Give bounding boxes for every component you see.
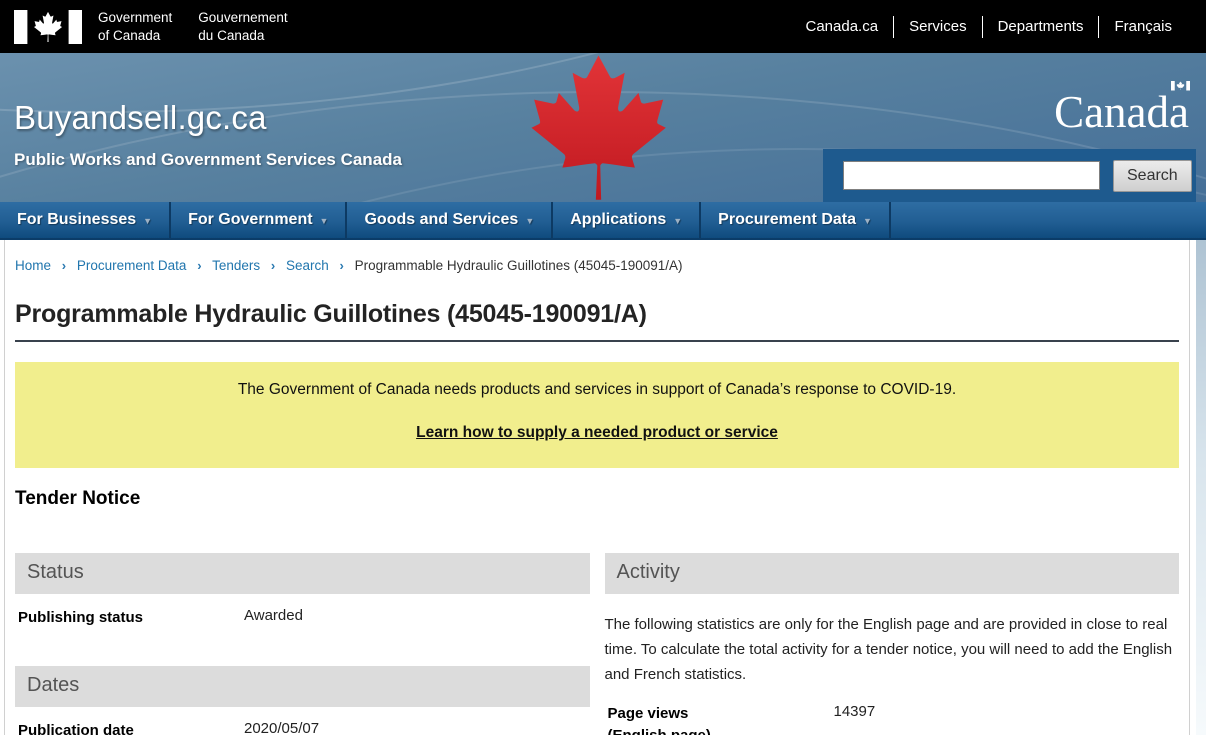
- chevron-down-icon: ▼: [143, 216, 152, 226]
- canada-flag-logo: [14, 10, 82, 44]
- table-row: Publishing status Awarded: [15, 607, 590, 629]
- breadcrumb-current: Programmable Hydraulic Guillotines (4504…: [355, 258, 683, 273]
- covid-banner-message: The Government of Canada needs products …: [25, 381, 1169, 399]
- nav-label: For Businesses: [17, 211, 136, 229]
- link-services[interactable]: Services: [909, 18, 967, 35]
- page-views-value: 14397: [834, 703, 876, 735]
- wordmark-flag-icon: [1171, 81, 1190, 91]
- nav-procurement-data[interactable]: Procurement Data ▼: [701, 202, 891, 238]
- covid-notice-banner: The Government of Canada needs products …: [15, 362, 1179, 468]
- search-input[interactable]: [843, 161, 1100, 190]
- breadcrumb-home[interactable]: Home: [15, 258, 51, 273]
- content-container: Home › Procurement Data › Tenders › Sear…: [4, 240, 1190, 735]
- canada-wordmark: Canada: [1054, 86, 1189, 138]
- table-row: Publication date 2020/05/07: [15, 720, 590, 735]
- nav-for-government[interactable]: For Government ▼: [171, 202, 347, 238]
- tender-notice-heading: Tender Notice: [15, 488, 1179, 510]
- nav-label: Goods and Services: [364, 211, 518, 229]
- nav-for-businesses[interactable]: For Businesses ▼: [0, 202, 171, 238]
- link-departments[interactable]: Departments: [998, 18, 1084, 35]
- breadcrumb-separator-icon: ›: [271, 258, 275, 273]
- left-column: Status Publishing status Awarded Dates P…: [15, 553, 590, 735]
- breadcrumb-procurement-data[interactable]: Procurement Data: [77, 258, 187, 273]
- dates-section-heading: Dates: [15, 666, 590, 707]
- divider: [893, 16, 894, 38]
- site-title[interactable]: Buyandsell.gc.ca: [14, 99, 402, 137]
- breadcrumb-search[interactable]: Search: [286, 258, 329, 273]
- table-row: Page views (English page) 14397: [605, 703, 1180, 735]
- search-button[interactable]: Search: [1113, 160, 1192, 192]
- covid-banner-link[interactable]: Learn how to supply a needed product or …: [416, 424, 778, 442]
- breadcrumb-separator-icon: ›: [62, 258, 66, 273]
- top-utility-links: Canada.ca Services Departments Français: [806, 16, 1173, 38]
- site-subtitle: Public Works and Government Services Can…: [14, 150, 402, 170]
- activity-section: Activity The following statistics are on…: [605, 553, 1180, 735]
- status-section-heading: Status: [15, 553, 590, 594]
- main-navigation: For Businesses ▼ For Government ▼ Goods …: [0, 202, 1206, 240]
- chevron-down-icon: ▼: [863, 216, 872, 226]
- maple-leaf-icon: [516, 54, 681, 202]
- breadcrumb-separator-icon: ›: [340, 258, 344, 273]
- nav-label: Applications: [570, 211, 666, 229]
- government-top-bar: Government of Canada Gouvernement du Can…: [0, 0, 1206, 53]
- dates-section: Dates Publication date 2020/05/07: [15, 666, 590, 735]
- status-section: Status Publishing status Awarded: [15, 553, 590, 629]
- page-views-label-line2: (English page): [608, 725, 834, 735]
- nav-label: For Government: [188, 211, 312, 229]
- site-header: Buyandsell.gc.ca Public Works and Govern…: [0, 53, 1206, 202]
- link-francais[interactable]: Français: [1114, 18, 1172, 35]
- page-views-label: Page views (English page): [608, 703, 834, 735]
- publishing-status-value: Awarded: [244, 607, 303, 629]
- divider: [1098, 16, 1099, 38]
- publication-date-label: Publication date: [18, 720, 244, 735]
- right-column: Activity The following statistics are on…: [605, 553, 1180, 735]
- activity-description: The following statistics are only for th…: [605, 612, 1180, 687]
- chevron-down-icon: ▼: [320, 216, 329, 226]
- government-of-canada-text-en: Government of Canada: [98, 9, 172, 44]
- activity-section-heading: Activity: [605, 553, 1180, 594]
- canada-wordmark-text: Canada: [1054, 87, 1189, 137]
- breadcrumb: Home › Procurement Data › Tenders › Sear…: [15, 240, 1179, 273]
- breadcrumb-separator-icon: ›: [197, 258, 201, 273]
- nav-applications[interactable]: Applications ▼: [553, 202, 701, 238]
- chevron-down-icon: ▼: [525, 216, 534, 226]
- link-canada-ca[interactable]: Canada.ca: [806, 18, 879, 35]
- publication-date-value: 2020/05/07: [244, 720, 319, 735]
- government-of-canada-text-fr: Gouvernement du Canada: [198, 9, 287, 44]
- chevron-down-icon: ▼: [673, 216, 682, 226]
- page-views-label-line1: Page views: [608, 703, 834, 725]
- search-panel: Search: [823, 149, 1196, 202]
- page-background-strip: [1196, 240, 1206, 735]
- nav-goods-and-services[interactable]: Goods and Services ▼: [347, 202, 553, 238]
- breadcrumb-tenders[interactable]: Tenders: [212, 258, 260, 273]
- publishing-status-label: Publishing status: [18, 607, 244, 629]
- page-title: Programmable Hydraulic Guillotines (4504…: [15, 300, 1179, 342]
- divider: [982, 16, 983, 38]
- nav-label: Procurement Data: [718, 211, 856, 229]
